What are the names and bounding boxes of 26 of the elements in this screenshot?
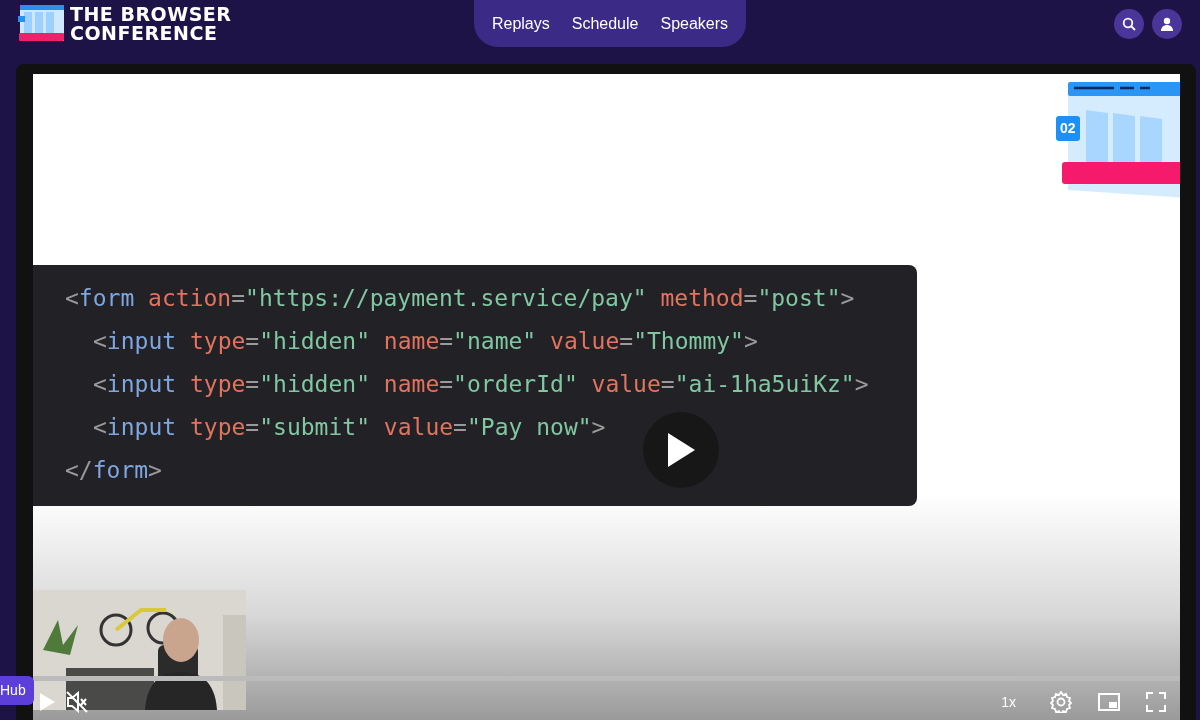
- fullscreen-button[interactable]: [1146, 692, 1166, 712]
- settings-icon: [1050, 691, 1072, 713]
- search-icon: [1122, 17, 1136, 31]
- picture-in-picture-button[interactable]: [1098, 693, 1120, 711]
- nav-link[interactable]: Schedule: [560, 11, 650, 36]
- nav-link[interactable]: Speakers: [649, 11, 740, 36]
- code-line: <input type="hidden" name="name" value="Thommy">: [92, 327, 758, 356]
- user-icon: [1160, 17, 1174, 31]
- account-button[interactable]: [1152, 9, 1182, 39]
- nav-link[interactable]: Replays: [480, 11, 561, 36]
- mute-button[interactable]: [65, 691, 89, 713]
- picture-in-picture-icon: [1098, 693, 1120, 711]
- badge-label: 02: [1056, 116, 1080, 141]
- play-icon: [39, 693, 55, 711]
- play-icon: [666, 432, 696, 468]
- code-line: <input type="submit" value="Pay now">: [92, 413, 606, 442]
- muted-speaker-icon: [65, 691, 89, 713]
- logo-text: CONFERENCE: [70, 24, 219, 43]
- code-line: </form>: [65, 456, 162, 485]
- code-line: <input type="hidden" name="orderId" value="ai-1ha5uiKz">: [92, 370, 869, 399]
- settings-button[interactable]: [1050, 691, 1072, 713]
- search-button[interactable]: [1114, 9, 1144, 39]
- fullscreen-icon: [1146, 692, 1166, 712]
- hub-button[interactable]: Hub: [0, 676, 34, 705]
- logo-text: THE BROWSER: [70, 5, 232, 24]
- code-line: <form action="https://payment.service/pay" method="post">: [65, 284, 855, 313]
